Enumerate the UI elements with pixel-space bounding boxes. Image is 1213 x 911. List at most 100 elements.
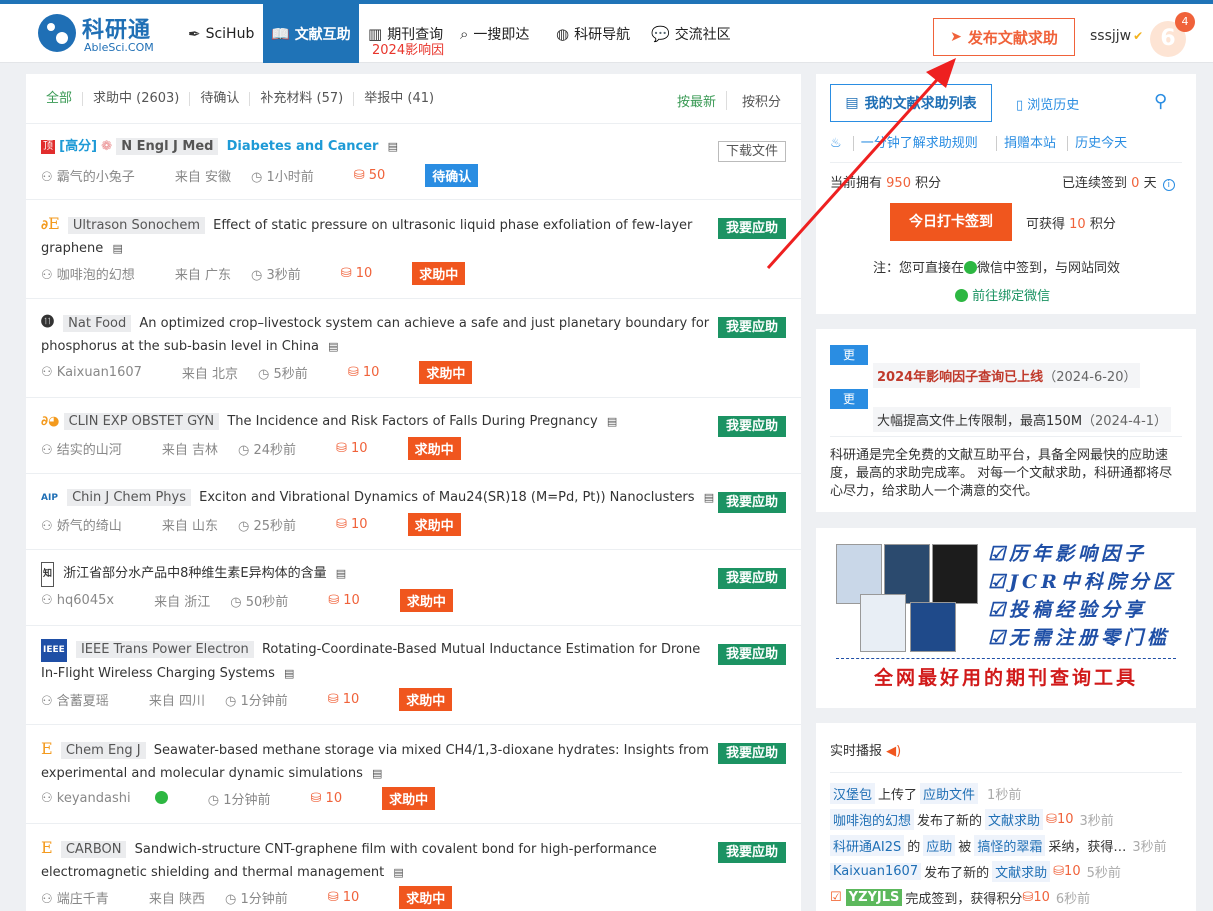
location: 来自 安徽 (174, 170, 231, 185)
journal-tag: Nat Food (63, 315, 132, 332)
filter-helping[interactable]: 求助中 (2603) (82, 91, 189, 106)
sort-points[interactable]: 按积分 (742, 91, 781, 110)
user-name[interactable]: hq6045x (57, 593, 114, 608)
nav-quick-search[interactable]: ⌕ 一搜即达 (460, 4, 529, 63)
item-title[interactable]: ∂◕ CLIN EXP OBSTET GYN The Incidence and… (41, 410, 721, 433)
update-item[interactable]: 大幅提高文件上传限制，最高150M（2024-4-1） (873, 407, 1172, 432)
user-name[interactable]: Kaixuan1607 (57, 365, 142, 380)
update-item[interactable]: 2024年影响因子查询已上线（2024-6-20） (873, 363, 1141, 388)
item-meta: ⚇ 霸气的小兔子 来自 安徽 ◷ 1小时前 ⛁ 50 待确认 (41, 164, 498, 187)
item-meta: ⚇ 娇气的绮山 来自 山东 ◷ 25秒前 ⛁ 10 求助中 (41, 513, 481, 536)
book-icon: 📖 (271, 24, 290, 43)
feed-user[interactable]: 咖啡泡的幻想 (830, 808, 915, 830)
respond-button[interactable]: 我要应助 (718, 317, 786, 338)
points: 10 (351, 441, 368, 456)
nav-research-guide[interactable]: ◍ 科研导航 (556, 4, 630, 63)
title-text: An optimized crop–livestock system can a… (41, 316, 710, 354)
username[interactable]: sssjjw ✔ (1090, 28, 1143, 44)
download-file-button[interactable]: 下载文件 (718, 141, 786, 162)
site-logo[interactable]: 科研通 AbleSci.COM (38, 12, 168, 56)
filter-all[interactable]: 全部 (46, 91, 82, 106)
feed-link[interactable]: 应助文件 (920, 782, 979, 804)
item-title[interactable]: 顶 [高分] ❁ N Engl J Med Diabetes and Cance… (41, 135, 721, 158)
title-text: Sandwich-structure CNT-graphene film wit… (41, 842, 657, 880)
feed-link[interactable]: 搞怪的翠霜 (974, 834, 1046, 856)
update-tag: 更 (830, 389, 868, 409)
user-name[interactable]: 结实的山河 (57, 443, 122, 458)
user-name[interactable]: 霸气的小兔子 (57, 170, 135, 185)
feed-link[interactable]: 文献求助 (985, 808, 1044, 830)
respond-button[interactable]: 我要应助 (718, 416, 786, 437)
item-title[interactable]: ⓫ Nat Food An optimized crop–livestock s… (41, 311, 721, 358)
user-name[interactable]: keyandashi (57, 791, 131, 806)
points: 10 (355, 266, 373, 281)
rules-link[interactable]: ♨ 一分钟了解求助规则 (830, 136, 992, 151)
user-panel: ▤ 我的文献求助列表 ▯ 浏览历史 ⚲ ♨ 一分钟了解求助规则 捐赠本站 历史今… (816, 74, 1196, 314)
feed-link[interactable]: 文献求助 (992, 860, 1051, 882)
notification-badge[interactable]: 4 (1175, 12, 1195, 32)
streak-value: 0 (1131, 176, 1140, 191)
feed-user[interactable]: 科研通AI2S (830, 834, 905, 856)
user-name[interactable]: 端庄千青 (57, 892, 109, 907)
promo-feature: ☑投稿经验分享 (988, 599, 1148, 621)
journal-tag: N Engl J Med (116, 138, 219, 155)
coin-icon: ⛁ 10 (340, 266, 373, 281)
item-meta: ⚇ 端庄千青 来自 陕西 ◷ 1分钟前 ⛁ 10 求助中 (41, 886, 472, 909)
info-icon[interactable]: i (1162, 179, 1175, 191)
donate-link[interactable]: 捐赠本站 (995, 136, 1063, 151)
sort-newest[interactable]: 按最新 (677, 91, 728, 110)
feed-user[interactable]: Kaixuan1607 (830, 862, 922, 880)
user-name[interactable]: 娇气的绮山 (57, 519, 122, 534)
journal-tag: Ultrason Sonochem (67, 217, 205, 234)
note-suffix: 微信中签到，与网站同效 (977, 261, 1121, 276)
filter-report[interactable]: 举报中 (41) (353, 91, 444, 106)
request-list-panel: 全部 求助中 (2603) 待确认 补充材料 (57) 举报中 (41) 按最新… (26, 74, 801, 911)
user-name[interactable]: 含蓄夏瑶 (57, 694, 109, 709)
respond-button[interactable]: 我要应助 (718, 218, 786, 239)
user-icon: ⚇ 娇气的绮山 (41, 519, 122, 534)
doc-icon: ▤ (387, 140, 398, 153)
browse-history-link[interactable]: ▯ 浏览历史 (1016, 94, 1079, 113)
live-feed-title: 实时播报 ◀) (830, 740, 901, 759)
respond-button[interactable]: 我要应助 (718, 743, 786, 764)
feed-link[interactable]: 应助 (923, 834, 956, 856)
respond-button[interactable]: 我要应助 (718, 842, 786, 863)
publish-request-button[interactable]: ➤ 发布文献求助 (933, 18, 1075, 56)
coin-icon: ⛁ 10 (328, 593, 360, 608)
clock-icon: ◷ 1分钟前 (224, 694, 288, 709)
streak-prefix: 已连续签到 (1062, 176, 1128, 191)
nav-scihub[interactable]: ✒ SciHub (188, 4, 254, 63)
user-icon: ⚇ 结实的山河 (41, 443, 122, 458)
promo-banner[interactable]: ☑历年影响因子 ☑JCR中科院分区 ☑投稿经验分享 ☑无需注册零门槛 全网最好用… (816, 528, 1196, 708)
promo-features: ☑历年影响因子 ☑JCR中科院分区 ☑投稿经验分享 ☑无需注册零门槛 (988, 540, 1176, 652)
coin-icon: ⛁ 10 (310, 791, 343, 806)
bind-wechat-link[interactable]: 前往绑定微信 (955, 285, 1050, 304)
nav-literature-help[interactable]: 📖 文献互助 (263, 4, 359, 63)
respond-button[interactable]: 我要应助 (718, 568, 786, 589)
user-icon: ⚇ 咖啡泡的幻想 (41, 268, 135, 283)
list-item: E Chem Eng J Seawater-based methane stor… (26, 725, 801, 824)
nav-journal-query[interactable]: ▥ 期刊查询 2024影响因 (368, 4, 444, 63)
feed-row: 汉堡包 上传了 应助文件 1秒前 (830, 780, 1186, 806)
item-title[interactable]: IEEE IEEE Trans Power Electron Rotating-… (41, 638, 721, 685)
item-title[interactable]: ∂E Ultrason Sonochem Effect of static pr… (41, 212, 721, 260)
respond-button[interactable]: 我要应助 (718, 644, 786, 665)
clock-icon: ◷ 1分钟前 (224, 892, 288, 907)
filter-pending[interactable]: 待确认 (189, 91, 249, 106)
filter-supplement[interactable]: 补充材料 (57) (249, 91, 353, 106)
item-title[interactable]: 知 浙江省部分水产品中8种维生素E异构体的含量 ▤ (41, 562, 721, 587)
checkin-button[interactable]: 今日打卡签到 (890, 203, 1012, 241)
nav-community[interactable]: 💬 交流社区 (651, 4, 731, 63)
history-today-link[interactable]: 历史今天 (1067, 136, 1135, 151)
search-icon[interactable]: ⚲ (1154, 91, 1167, 112)
my-requests-button[interactable]: ▤ 我的文献求助列表 (830, 84, 992, 122)
item-title[interactable]: E Chem Eng J Seawater-based methane stor… (41, 737, 721, 785)
feed-row: Kaixuan1607 发布了新的 文献求助 ⛁10 5秒前 (830, 858, 1186, 884)
item-title[interactable]: AIP Chin J Chem Phys Exciton and Vibrati… (41, 486, 721, 510)
item-meta: ⚇ 含蓄夏瑶 来自 四川 ◷ 1分钟前 ⛁ 10 求助中 (41, 688, 472, 711)
feed-user[interactable]: 汉堡包 (830, 782, 876, 804)
respond-button[interactable]: 我要应助 (718, 492, 786, 513)
feed-user[interactable]: YZYJLS (845, 888, 903, 906)
item-title[interactable]: E CARBON Sandwich-structure CNT-graphene… (41, 836, 721, 884)
user-name[interactable]: 咖啡泡的幻想 (57, 268, 135, 283)
